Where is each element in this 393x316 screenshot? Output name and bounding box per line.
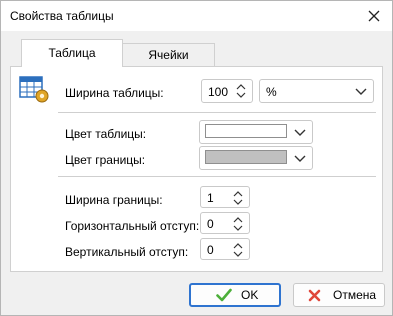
cancel-x-icon <box>308 289 321 302</box>
chevron-down-icon <box>355 88 367 95</box>
close-icon[interactable] <box>364 6 384 26</box>
stepper-arrows-icon[interactable] <box>232 215 244 233</box>
dialog-window: Свойства таблицы Таблица Ячейки Ширина т… <box>0 0 393 316</box>
ok-button-label: OK <box>241 288 259 302</box>
table-width-unit-value: % <box>266 85 277 99</box>
border-color-picker[interactable] <box>199 146 313 170</box>
chevron-down-icon <box>294 155 306 162</box>
check-icon <box>216 288 232 302</box>
tab-table-label: Таблица <box>48 46 96 60</box>
title-bar: Свойства таблицы <box>1 1 392 31</box>
table-width-label: Ширина таблицы: <box>65 86 164 100</box>
cancel-button-label: Отмена <box>333 288 377 302</box>
border-width-stepper[interactable]: 1 <box>200 186 250 208</box>
table-width-unit-select[interactable]: % <box>259 79 374 103</box>
ok-button[interactable]: OK <box>189 283 281 307</box>
tab-table[interactable]: Таблица <box>21 39 123 67</box>
tab-panel: Ширина таблицы: 100 % Цвет таблицы: Цвет… <box>10 66 383 272</box>
separator <box>58 176 376 177</box>
border-width-label: Ширина границы: <box>65 193 163 207</box>
border-color-swatch <box>205 150 287 164</box>
table-width-value: 100 <box>208 85 229 99</box>
window-title: Свойства таблицы <box>10 9 114 23</box>
stepper-arrows-icon[interactable] <box>235 82 247 100</box>
v-padding-label: Вертикальный отступ: <box>65 245 189 259</box>
border-width-value: 1 <box>207 191 214 205</box>
stepper-arrows-icon[interactable] <box>232 241 244 259</box>
v-padding-stepper[interactable]: 0 <box>200 238 250 260</box>
border-color-label: Цвет границы: <box>65 153 146 167</box>
stepper-arrows-icon[interactable] <box>232 189 244 207</box>
tab-cells[interactable]: Ячейки <box>122 43 215 67</box>
separator <box>58 112 376 113</box>
table-color-swatch <box>205 124 287 138</box>
h-padding-label: Горизонтальный отступ: <box>65 219 200 233</box>
h-padding-value: 0 <box>207 217 214 231</box>
table-color-label: Цвет таблицы: <box>65 127 147 141</box>
v-padding-value: 0 <box>207 243 214 257</box>
table-width-stepper[interactable]: 100 <box>201 79 253 103</box>
tab-cells-label: Ячейки <box>148 48 189 62</box>
h-padding-stepper[interactable]: 0 <box>200 212 250 234</box>
table-color-picker[interactable] <box>199 120 313 144</box>
table-settings-icon <box>19 75 51 105</box>
cancel-button[interactable]: Отмена <box>293 283 385 307</box>
chevron-down-icon <box>294 129 306 136</box>
